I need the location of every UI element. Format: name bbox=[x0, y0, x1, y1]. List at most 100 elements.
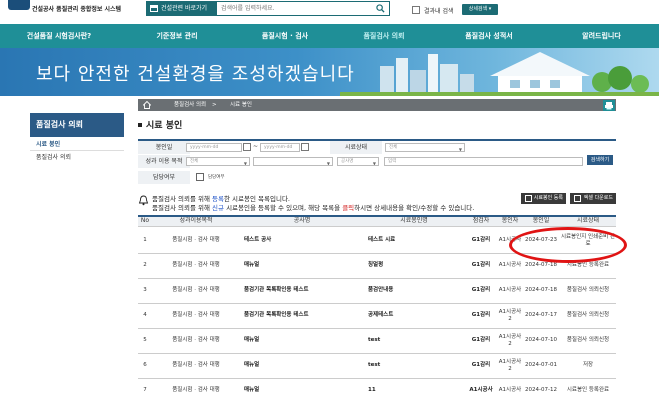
table-cell-title: 매뉴얼 bbox=[244, 337, 260, 344]
chevron-down-icon: ▾ bbox=[488, 6, 492, 12]
purpose-value: 전체 bbox=[190, 159, 199, 164]
info-text-line-2: 품질검사 의뢰를 위해 신규 시료봉인을 등록할 수 있으며, 해당 목록을 클… bbox=[152, 202, 474, 212]
table-cell-title: 테스트 공사 bbox=[244, 237, 272, 244]
table-cell-sample: 11 bbox=[368, 387, 376, 394]
table-cell-title: 매뉴얼 bbox=[244, 362, 260, 369]
table-cell-status: 시료봉인 등록완료 bbox=[566, 387, 610, 394]
excel-download-button[interactable]: 엑셀 다운로드 bbox=[570, 193, 616, 204]
table-cell-status: 저장 bbox=[582, 362, 594, 369]
table-row[interactable]: 6 품질시험 · 검사 대행 매뉴얼 test G1감리 A1시공사2 2024-07-01… bbox=[138, 354, 616, 379]
table-header-row: No 성과이용목적 공사명 시료봉인명 점검자 봉인자 봉인일 시료상태 bbox=[138, 215, 616, 227]
seal-date-label: 봉인일 bbox=[138, 141, 190, 154]
table-cell-purpose: 품질시험 · 검사 대행 bbox=[172, 362, 220, 369]
table-cell-inspector: G1감리 bbox=[471, 362, 491, 369]
table-row[interactable]: 7 품질시험 · 검사 대행 매뉴얼 11 A1시공사 A1시공사 2024-07-12 시료… bbox=[138, 379, 616, 399]
chevron-down-icon: ▼ bbox=[372, 161, 376, 166]
col-header-status: 시료상태 bbox=[560, 217, 616, 226]
nav-item-report[interactable]: 품질검사 성적서 bbox=[434, 24, 544, 48]
table-cell-no: 3 bbox=[143, 287, 147, 294]
table-cell-inspector: G1감리 bbox=[471, 312, 491, 319]
table-row[interactable]: 5 품질시험 · 검사 대행 매뉴얼 test G1감리 A1시공사2 2024-07-10… bbox=[138, 329, 616, 354]
quick-link-selector[interactable]: 건설관련 바로가기 bbox=[147, 2, 217, 15]
chevron-down-icon: ▼ bbox=[326, 161, 330, 166]
result-search-label: 결과내 검색 bbox=[424, 8, 454, 15]
table-cell-status: 품질검사 의뢰신청 bbox=[566, 337, 610, 344]
table-cell-status: 품질검사 의뢰신청 bbox=[566, 312, 610, 319]
table-cell-purpose: 품질시험 · 검사 대행 bbox=[172, 237, 220, 244]
quick-link-search-box: 건설관련 바로가기 bbox=[146, 1, 390, 16]
result-search-checkbox[interactable] bbox=[412, 6, 420, 14]
register-seal-button[interactable]: 시료봉인 등록 bbox=[521, 193, 566, 204]
search-button[interactable]: 검색하기 bbox=[587, 155, 613, 165]
table-cell-purpose: 품질시험 · 검사 대행 bbox=[172, 287, 220, 294]
table-cell-purpose: 품질시험 · 검사 대행 bbox=[172, 312, 220, 319]
nav-item-reference[interactable]: 기준정보 관리 bbox=[118, 24, 236, 48]
quick-link-label: 건설관련 바로가기 bbox=[161, 5, 208, 12]
home-icon[interactable] bbox=[143, 101, 151, 109]
breadcrumb-item-current[interactable]: 시료 봉인 bbox=[230, 99, 252, 111]
excel-download-label: 엑셀 다운로드 bbox=[583, 195, 613, 201]
chevron-down-icon: ▼ bbox=[458, 147, 462, 152]
table-cell-purpose: 품질시험 · 검사 대행 bbox=[172, 337, 220, 344]
nav-item-about[interactable]: 건설품질 시험검사란? bbox=[0, 24, 118, 48]
sample-status-select[interactable]: 전체 ▼ bbox=[385, 143, 465, 152]
col-header-title: 공사명 bbox=[240, 217, 364, 226]
breadcrumb: 품질검사 의뢰 > 시료 봉인 bbox=[138, 99, 616, 111]
site-logo[interactable] bbox=[8, 0, 30, 10]
search-input[interactable] bbox=[221, 4, 371, 13]
register-seal-label: 시료봉인 등록 bbox=[533, 195, 563, 201]
table-row[interactable]: 4 품질시험 · 검사 대행 품검기관 목록확인용 테스트 공제테스트 G1감리 A1시공… bbox=[138, 304, 616, 329]
site-logo-text[interactable]: 건설공사 품질관리 종합정보 시스템 bbox=[32, 4, 121, 13]
manager-checkbox[interactable] bbox=[196, 173, 204, 181]
table-cell-date: 2024-07-18 bbox=[525, 287, 557, 294]
sidebar-item-sample-seal[interactable]: 시료 봉인 bbox=[30, 139, 124, 151]
calendar-icon[interactable] bbox=[243, 143, 251, 151]
table-cell-sealer: A1시공사 bbox=[498, 287, 522, 294]
table-row[interactable]: 3 품질시험 · 검사 대행 품검기관 목록확인용 테스트 품검안내용 G1감리 A1시공… bbox=[138, 279, 616, 304]
breadcrumb-separator: > bbox=[212, 102, 217, 108]
info-text-segment: 시료봉인을 등록할 수 있으며, 해당 목록을 bbox=[224, 204, 343, 212]
breadcrumb-item-request[interactable]: 품질검사 의뢰 bbox=[174, 99, 206, 111]
sample-status-value: 전체 bbox=[389, 145, 398, 150]
date-range-separator: ~ bbox=[253, 143, 259, 150]
info-highlight-click: 클릭 bbox=[342, 204, 355, 212]
purpose-sub-select[interactable]: ▼ bbox=[253, 157, 333, 166]
info-highlight-new: 신규 bbox=[212, 204, 224, 212]
search-icon[interactable] bbox=[376, 4, 385, 13]
table-cell-sealer: A1시공사 bbox=[498, 387, 522, 394]
nav-item-testing[interactable]: 품질시험 · 검사 bbox=[236, 24, 334, 48]
col-header-date: 봉인일 bbox=[522, 217, 560, 226]
detail-search-button[interactable]: 상세검색 ▾ bbox=[462, 4, 498, 15]
table-cell-title: 매뉴얼 bbox=[244, 387, 260, 394]
table-cell-sealer: A1시공사2 bbox=[498, 358, 522, 372]
col-header-sample: 시료봉인명 bbox=[364, 217, 464, 226]
purpose-label: 성과 이용 목적 bbox=[138, 155, 190, 168]
table-cell-title: 품검기관 목록확인용 테스트 bbox=[244, 287, 309, 294]
sidebar-item-quality-request[interactable]: 품질검사 의뢰 bbox=[30, 152, 124, 164]
table-cell-inspector: G1감리 bbox=[471, 262, 491, 269]
date-from-field[interactable]: yyyy-mm-dd bbox=[186, 143, 242, 152]
search-type-select[interactable]: 공사명 ▼ bbox=[337, 157, 379, 166]
calendar-icon[interactable] bbox=[301, 143, 309, 151]
col-header-no: No bbox=[138, 217, 152, 226]
table-cell-no: 2 bbox=[143, 262, 147, 269]
table-cell-no: 1 bbox=[143, 237, 147, 244]
search-type-value: 공사명 bbox=[341, 159, 354, 164]
purpose-select[interactable]: 전체 ▼ bbox=[186, 157, 250, 166]
keyword-input[interactable]: 입력 bbox=[384, 157, 583, 166]
manager-label: 담당여부 bbox=[138, 171, 190, 184]
table-cell-inspector: G1감리 bbox=[471, 337, 491, 344]
table-cell-no: 6 bbox=[143, 362, 147, 369]
sidebar-title: 품질검사 의뢰 bbox=[30, 113, 124, 137]
print-icon[interactable] bbox=[603, 100, 615, 111]
nav-item-notice[interactable]: 알려드립니다 bbox=[544, 24, 659, 48]
hero-banner: 보다 안전한 건설환경을 조성하겠습니다 bbox=[0, 48, 659, 96]
main-nav: 건설품질 시험검사란? 기준정보 관리 품질시험 · 검사 품질검사 의뢰 품질… bbox=[0, 24, 659, 48]
table-cell-no: 4 bbox=[143, 312, 147, 319]
chevron-down-icon: ▼ bbox=[243, 161, 247, 166]
nav-item-request[interactable]: 품질검사 의뢰 bbox=[334, 24, 434, 48]
col-header-inspector: 점검자 bbox=[464, 217, 498, 226]
date-to-field[interactable]: yyyy-mm-dd bbox=[260, 143, 300, 152]
table-cell-purpose: 품질시험 · 검사 대행 bbox=[172, 387, 220, 394]
table-cell-sample: 공제테스트 bbox=[368, 312, 394, 319]
